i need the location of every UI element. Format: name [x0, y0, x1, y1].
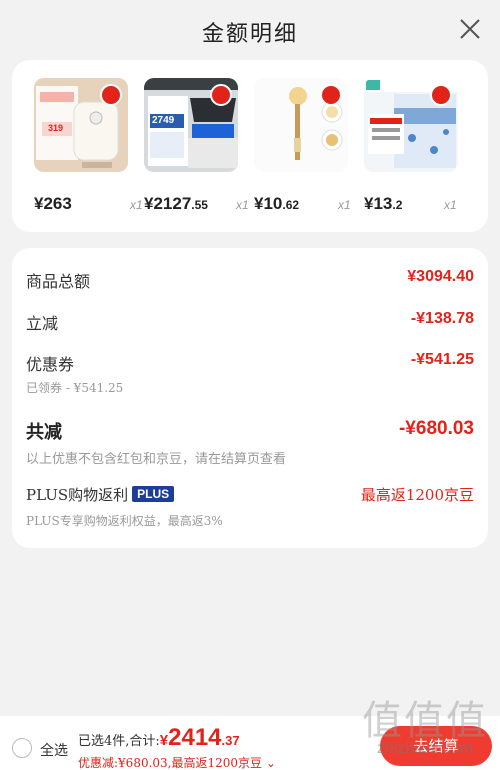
product-item[interactable]: 319 ¥263 x1 [34, 78, 143, 213]
plus-rebate-row[interactable]: PLUS购物返利 PLUS 最高返1200京豆 PLUS专享购物返利权益，最高返3… [26, 484, 474, 530]
total-off-label: 共减 [26, 422, 62, 443]
goods-total-label: 商品总额 [26, 272, 91, 291]
product-price: ¥263 [34, 194, 72, 213]
check-icon[interactable] [430, 84, 452, 106]
thumb-promo-price: 2749 [152, 115, 175, 126]
header: 金额明细 [0, 0, 500, 58]
plus-rebate-label: PLUS购物返利 PLUS [26, 484, 175, 505]
check-icon[interactable] [320, 84, 342, 106]
product-qty: x1 [444, 198, 457, 212]
product-item[interactable]: 2749 ¥2127.55 x1 [144, 78, 249, 213]
product-qty: x1 [236, 198, 249, 212]
page-title: 金额明细 [201, 22, 298, 47]
product-price: ¥2127.55 [144, 194, 208, 213]
plus-badge: PLUS [132, 486, 175, 502]
total-off-sub: 以上优惠不包含红包和京豆，请在结算页查看 [26, 452, 287, 467]
amount-detail: 商品总额 ¥3094.40 立减 -¥138.78 优惠券 -¥541.25 已… [12, 248, 488, 548]
watermark: 值值值 zhizhizhi.com [350, 688, 500, 770]
product-list: 319 ¥263 x1 2749 ¥2127.55 x1 ¥10.62 x1 ¥… [12, 60, 488, 232]
product-qty: x1 [130, 198, 143, 212]
goods-total-row: 商品总额 ¥3094.40 [26, 268, 474, 292]
coupon-label: 优惠券 [26, 355, 75, 374]
thumb-promo-price: 319 [48, 123, 64, 133]
discount-summary[interactable]: 优惠减:¥680.03,最高返1200京豆 ⌄ [78, 754, 276, 770]
plus-rebate-sub: PLUS专享购物返利权益，最高返3% [26, 514, 223, 528]
product-thumbnail: 319 [34, 78, 128, 172]
watermark-url: zhizhizhi.com [376, 740, 474, 757]
selected-count: 已选4件,合计: [78, 734, 160, 749]
coupon-sub: 已领券 - ¥541.25 [26, 381, 124, 395]
check-icon[interactable] [100, 84, 122, 106]
instant-off-value: -¥138.78 [410, 310, 474, 327]
total-off-row: 共减 -¥680.03 以上优惠不包含红包和京豆，请在结算页查看 [26, 418, 474, 467]
close-icon[interactable] [458, 17, 482, 41]
instant-off-row: 立减 -¥138.78 [26, 310, 474, 334]
product-thumbnail [364, 78, 458, 172]
product-price: ¥10.62 [254, 194, 300, 213]
product-item[interactable]: ¥13.2 x1 [364, 78, 460, 213]
plus-rebate-value: 最高返1200京豆 [360, 486, 474, 504]
watermark-text: 值值值 [362, 698, 488, 744]
select-all-radio[interactable] [12, 738, 32, 758]
product-item[interactable]: ¥10.62 x1 [254, 78, 351, 213]
total-price: ¥2414.37 [159, 724, 240, 751]
select-all-label[interactable]: 全选 [40, 740, 68, 760]
product-price: ¥13.2 [364, 194, 403, 213]
instant-off-label: 立减 [26, 314, 59, 333]
product-thumbnail: 2749 [144, 78, 238, 172]
total-off-value: -¥680.03 [398, 418, 474, 439]
coupon-value: -¥541.25 [410, 351, 474, 368]
check-icon[interactable] [210, 84, 232, 106]
coupon-row[interactable]: 优惠券 -¥541.25 已领券 - ¥541.25 [26, 351, 474, 397]
product-thumbnail [254, 78, 348, 172]
selected-summary: 已选4件,合计:¥2414.37 [78, 724, 240, 752]
product-qty: x1 [338, 198, 351, 212]
goods-total-value: ¥3094.40 [407, 268, 474, 285]
